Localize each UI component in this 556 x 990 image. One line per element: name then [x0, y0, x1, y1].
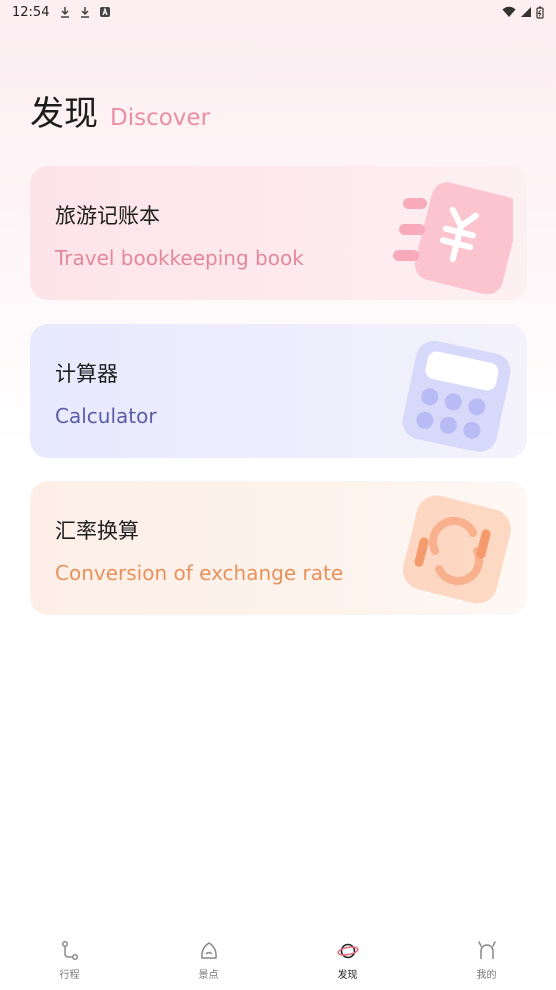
attraction-icon	[200, 942, 217, 959]
a-icon	[100, 7, 111, 17]
tab-label: 行程	[59, 970, 80, 981]
tab-itinerary[interactable]: 行程	[20, 934, 120, 990]
status-bar: 12:54	[0, 0, 556, 24]
page-header: 发现 Discover	[30, 86, 210, 135]
card-exchange-rate[interactable]: 汇率换算 Conversion of exchange rate	[30, 481, 527, 615]
signal-icon	[521, 7, 531, 17]
status-system-icons	[502, 6, 544, 19]
download-icon	[81, 7, 90, 18]
exchange-rate-icon	[402, 495, 511, 604]
tab-label: 景点	[198, 970, 219, 981]
tab-profile[interactable]: 我的	[437, 934, 537, 990]
wifi-icon	[502, 6, 516, 17]
tab-label: 我的	[476, 970, 497, 981]
profile-icon	[477, 941, 496, 959]
card-subtitle: Calculator	[55, 404, 157, 428]
card-travel-bookkeeping[interactable]: 旅游记账本 Travel bookkeeping book	[30, 166, 527, 300]
page-title: 发现	[30, 94, 98, 134]
tab-label: 发现	[337, 970, 358, 981]
tab-discover[interactable]: 发现	[298, 934, 398, 990]
card-subtitle: Travel bookkeeping book	[55, 246, 304, 270]
card-title: 汇率换算	[55, 519, 139, 543]
download-icon	[61, 7, 70, 18]
card-title: 计算器	[55, 362, 118, 386]
ledger-yen-icon	[393, 182, 513, 294]
status-time: 12:54	[12, 4, 50, 20]
planet-icon	[336, 943, 359, 959]
status-notification-icons	[59, 6, 111, 18]
route-icon	[61, 940, 78, 961]
tab-attractions[interactable]: 景点	[159, 934, 259, 990]
battery-icon	[536, 6, 544, 19]
page-subtitle: Discover	[110, 105, 211, 131]
bottom-tab-bar: 行程 景点 发现 我的	[0, 934, 556, 990]
card-title: 旅游记账本	[55, 204, 160, 228]
card-subtitle: Conversion of exchange rate	[55, 561, 344, 585]
card-calculator[interactable]: 计算器 Calculator	[30, 324, 527, 458]
calculator-icon	[402, 340, 511, 452]
